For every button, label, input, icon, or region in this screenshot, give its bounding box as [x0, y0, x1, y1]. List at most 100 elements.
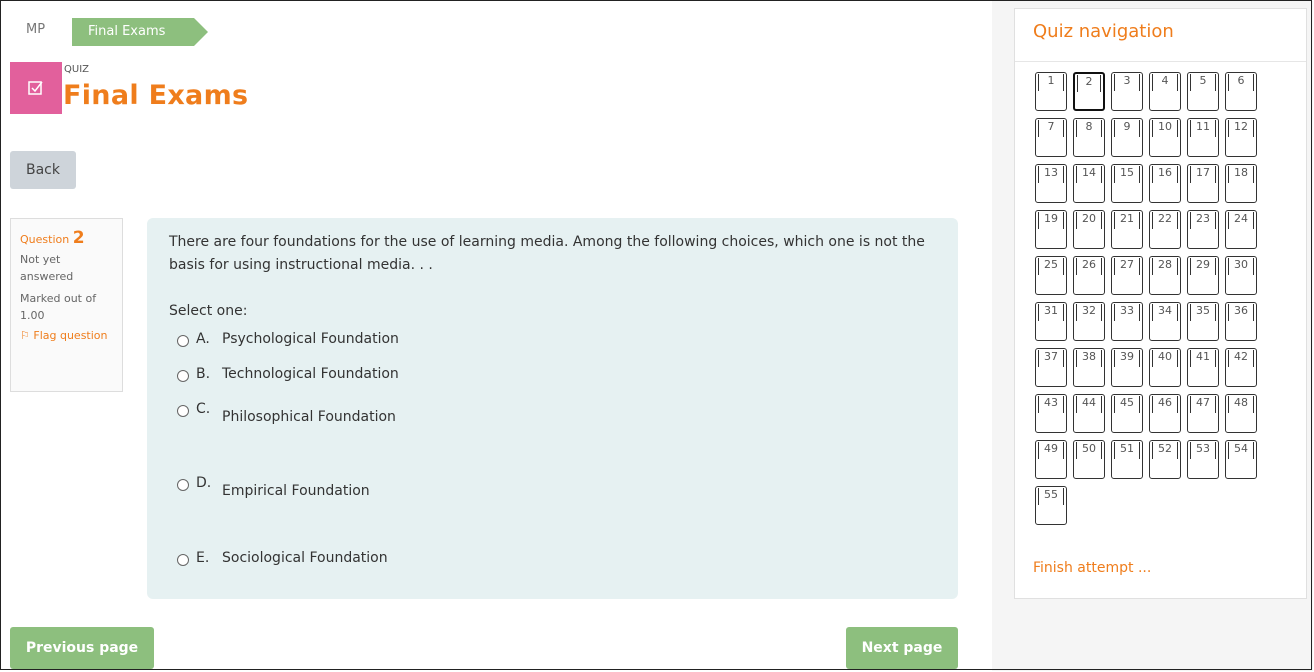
- question-nav-button[interactable]: 4: [1149, 72, 1181, 111]
- question-nav-button[interactable]: 1: [1035, 72, 1067, 111]
- option-d-text: Empirical Foundation: [222, 483, 370, 499]
- question-nav-button[interactable]: 19: [1035, 210, 1067, 249]
- radio-c[interactable]: [177, 405, 189, 417]
- question-nav-button[interactable]: 30: [1225, 256, 1257, 295]
- previous-page-button[interactable]: Previous page: [10, 627, 154, 669]
- question-nav-button[interactable]: 34: [1149, 302, 1181, 341]
- question-nav-number: 43: [1038, 396, 1064, 413]
- flag-label: Flag question: [33, 329, 108, 342]
- question-nav-button[interactable]: 9: [1111, 118, 1143, 157]
- question-nav-button[interactable]: 22: [1149, 210, 1181, 249]
- question-nav-button[interactable]: 24: [1225, 210, 1257, 249]
- question-nav-button[interactable]: 36: [1225, 302, 1257, 341]
- question-nav-button[interactable]: 32: [1073, 302, 1105, 341]
- option-d[interactable]: D. Empirical Foundation: [177, 475, 370, 499]
- question-nav-button[interactable]: 7: [1035, 118, 1067, 157]
- question-nav-number: 25: [1038, 258, 1064, 275]
- question-nav-number: 28: [1152, 258, 1178, 275]
- question-nav-button[interactable]: 29: [1187, 256, 1219, 295]
- question-nav-button[interactable]: 49: [1035, 440, 1067, 479]
- question-nav-number: 13: [1038, 166, 1064, 183]
- radio-d[interactable]: [177, 479, 189, 491]
- question-nav-number: 2: [1077, 75, 1101, 92]
- question-nav-button[interactable]: 41: [1187, 348, 1219, 387]
- question-nav-button[interactable]: 55: [1035, 486, 1067, 525]
- option-b[interactable]: B. Technological Foundation: [177, 366, 399, 382]
- question-nav-button[interactable]: 46: [1149, 394, 1181, 433]
- question-nav-button[interactable]: 40: [1149, 348, 1181, 387]
- question-nav-number: 46: [1152, 396, 1178, 413]
- flag-icon: ⚐: [20, 329, 30, 342]
- question-nav-button[interactable]: 35: [1187, 302, 1219, 341]
- back-button[interactable]: Back: [10, 151, 76, 189]
- option-e[interactable]: E. Sociological Foundation: [177, 550, 388, 566]
- question-nav-number: 34: [1152, 304, 1178, 321]
- question-nav-button[interactable]: 27: [1111, 256, 1143, 295]
- quiz-type-label: QUIZ: [64, 64, 89, 75]
- question-status: Not yet answered: [20, 253, 74, 283]
- question-nav-button[interactable]: 26: [1073, 256, 1105, 295]
- question-nav-button[interactable]: 21: [1111, 210, 1143, 249]
- quiz-navigation-panel: Quiz navigation 1 2 3 4 5 6 7 8 9 10 11 12 13 14 15 16 1…: [1014, 8, 1307, 599]
- question-nav-button[interactable]: 42: [1225, 348, 1257, 387]
- question-nav-number: 50: [1076, 442, 1102, 459]
- question-nav-button[interactable]: 8: [1073, 118, 1105, 157]
- question-nav-number: 4: [1152, 74, 1178, 91]
- question-nav-button[interactable]: 51: [1111, 440, 1143, 479]
- question-nav-button[interactable]: 47: [1187, 394, 1219, 433]
- question-nav-number: 12: [1228, 120, 1254, 137]
- question-nav-button[interactable]: 5: [1187, 72, 1219, 111]
- question-nav-button[interactable]: 10: [1149, 118, 1181, 157]
- question-nav-button[interactable]: 13: [1035, 164, 1067, 203]
- question-nav-button[interactable]: 31: [1035, 302, 1067, 341]
- question-nav-number: 48: [1228, 396, 1254, 413]
- question-nav-button[interactable]: 28: [1149, 256, 1181, 295]
- question-number: Question 2: [20, 230, 113, 248]
- question-nav-button[interactable]: 44: [1073, 394, 1105, 433]
- question-nav-button[interactable]: 48: [1225, 394, 1257, 433]
- question-nav-button[interactable]: 12: [1225, 118, 1257, 157]
- select-one-label: Select one:: [169, 303, 248, 319]
- next-page-button[interactable]: Next page: [846, 627, 958, 669]
- question-nav-button[interactable]: 39: [1111, 348, 1143, 387]
- question-nav-number: 37: [1038, 350, 1064, 367]
- radio-a[interactable]: [177, 335, 189, 347]
- question-nav-button[interactable]: 52: [1149, 440, 1181, 479]
- option-c[interactable]: C. Philosophical Foundation: [177, 401, 396, 425]
- question-nav-button[interactable]: 2: [1073, 72, 1105, 111]
- question-nav-button[interactable]: 37: [1035, 348, 1067, 387]
- question-nav-button[interactable]: 3: [1111, 72, 1143, 111]
- question-nav-button[interactable]: 53: [1187, 440, 1219, 479]
- question-nav-button[interactable]: 18: [1225, 164, 1257, 203]
- question-nav-button[interactable]: 43: [1035, 394, 1067, 433]
- question-nav-number: 40: [1152, 350, 1178, 367]
- question-nav-button[interactable]: 38: [1073, 348, 1105, 387]
- question-nav-number: 14: [1076, 166, 1102, 183]
- question-nav-button[interactable]: 15: [1111, 164, 1143, 203]
- breadcrumb-final-exams[interactable]: Final Exams: [72, 18, 208, 46]
- flag-question-link[interactable]: ⚐ Flag question: [20, 327, 113, 344]
- question-nav-button[interactable]: 45: [1111, 394, 1143, 433]
- option-a[interactable]: A. Psychological Foundation: [177, 331, 399, 347]
- question-nav-button[interactable]: 50: [1073, 440, 1105, 479]
- question-nav-number: 49: [1038, 442, 1064, 459]
- question-nav-button[interactable]: 14: [1073, 164, 1105, 203]
- question-nav-number: 41: [1190, 350, 1216, 367]
- question-nav-button[interactable]: 11: [1187, 118, 1219, 157]
- question-nav-number: 42: [1228, 350, 1254, 367]
- question-nav-button[interactable]: 6: [1225, 72, 1257, 111]
- question-nav-button[interactable]: 33: [1111, 302, 1143, 341]
- question-nav-button[interactable]: 16: [1149, 164, 1181, 203]
- breadcrumb-mp[interactable]: MP: [26, 22, 45, 37]
- question-nav-button[interactable]: 54: [1225, 440, 1257, 479]
- quiz-navigation-title: Quiz navigation: [1033, 21, 1174, 42]
- question-nav-button[interactable]: 23: [1187, 210, 1219, 249]
- finish-attempt-link[interactable]: Finish attempt ...: [1033, 560, 1151, 576]
- divider: [1015, 61, 1306, 62]
- question-nav-button[interactable]: 17: [1187, 164, 1219, 203]
- radio-e[interactable]: [177, 554, 189, 566]
- question-nav-button[interactable]: 25: [1035, 256, 1067, 295]
- radio-b[interactable]: [177, 370, 189, 382]
- question-nav-number: 45: [1114, 396, 1140, 413]
- question-nav-button[interactable]: 20: [1073, 210, 1105, 249]
